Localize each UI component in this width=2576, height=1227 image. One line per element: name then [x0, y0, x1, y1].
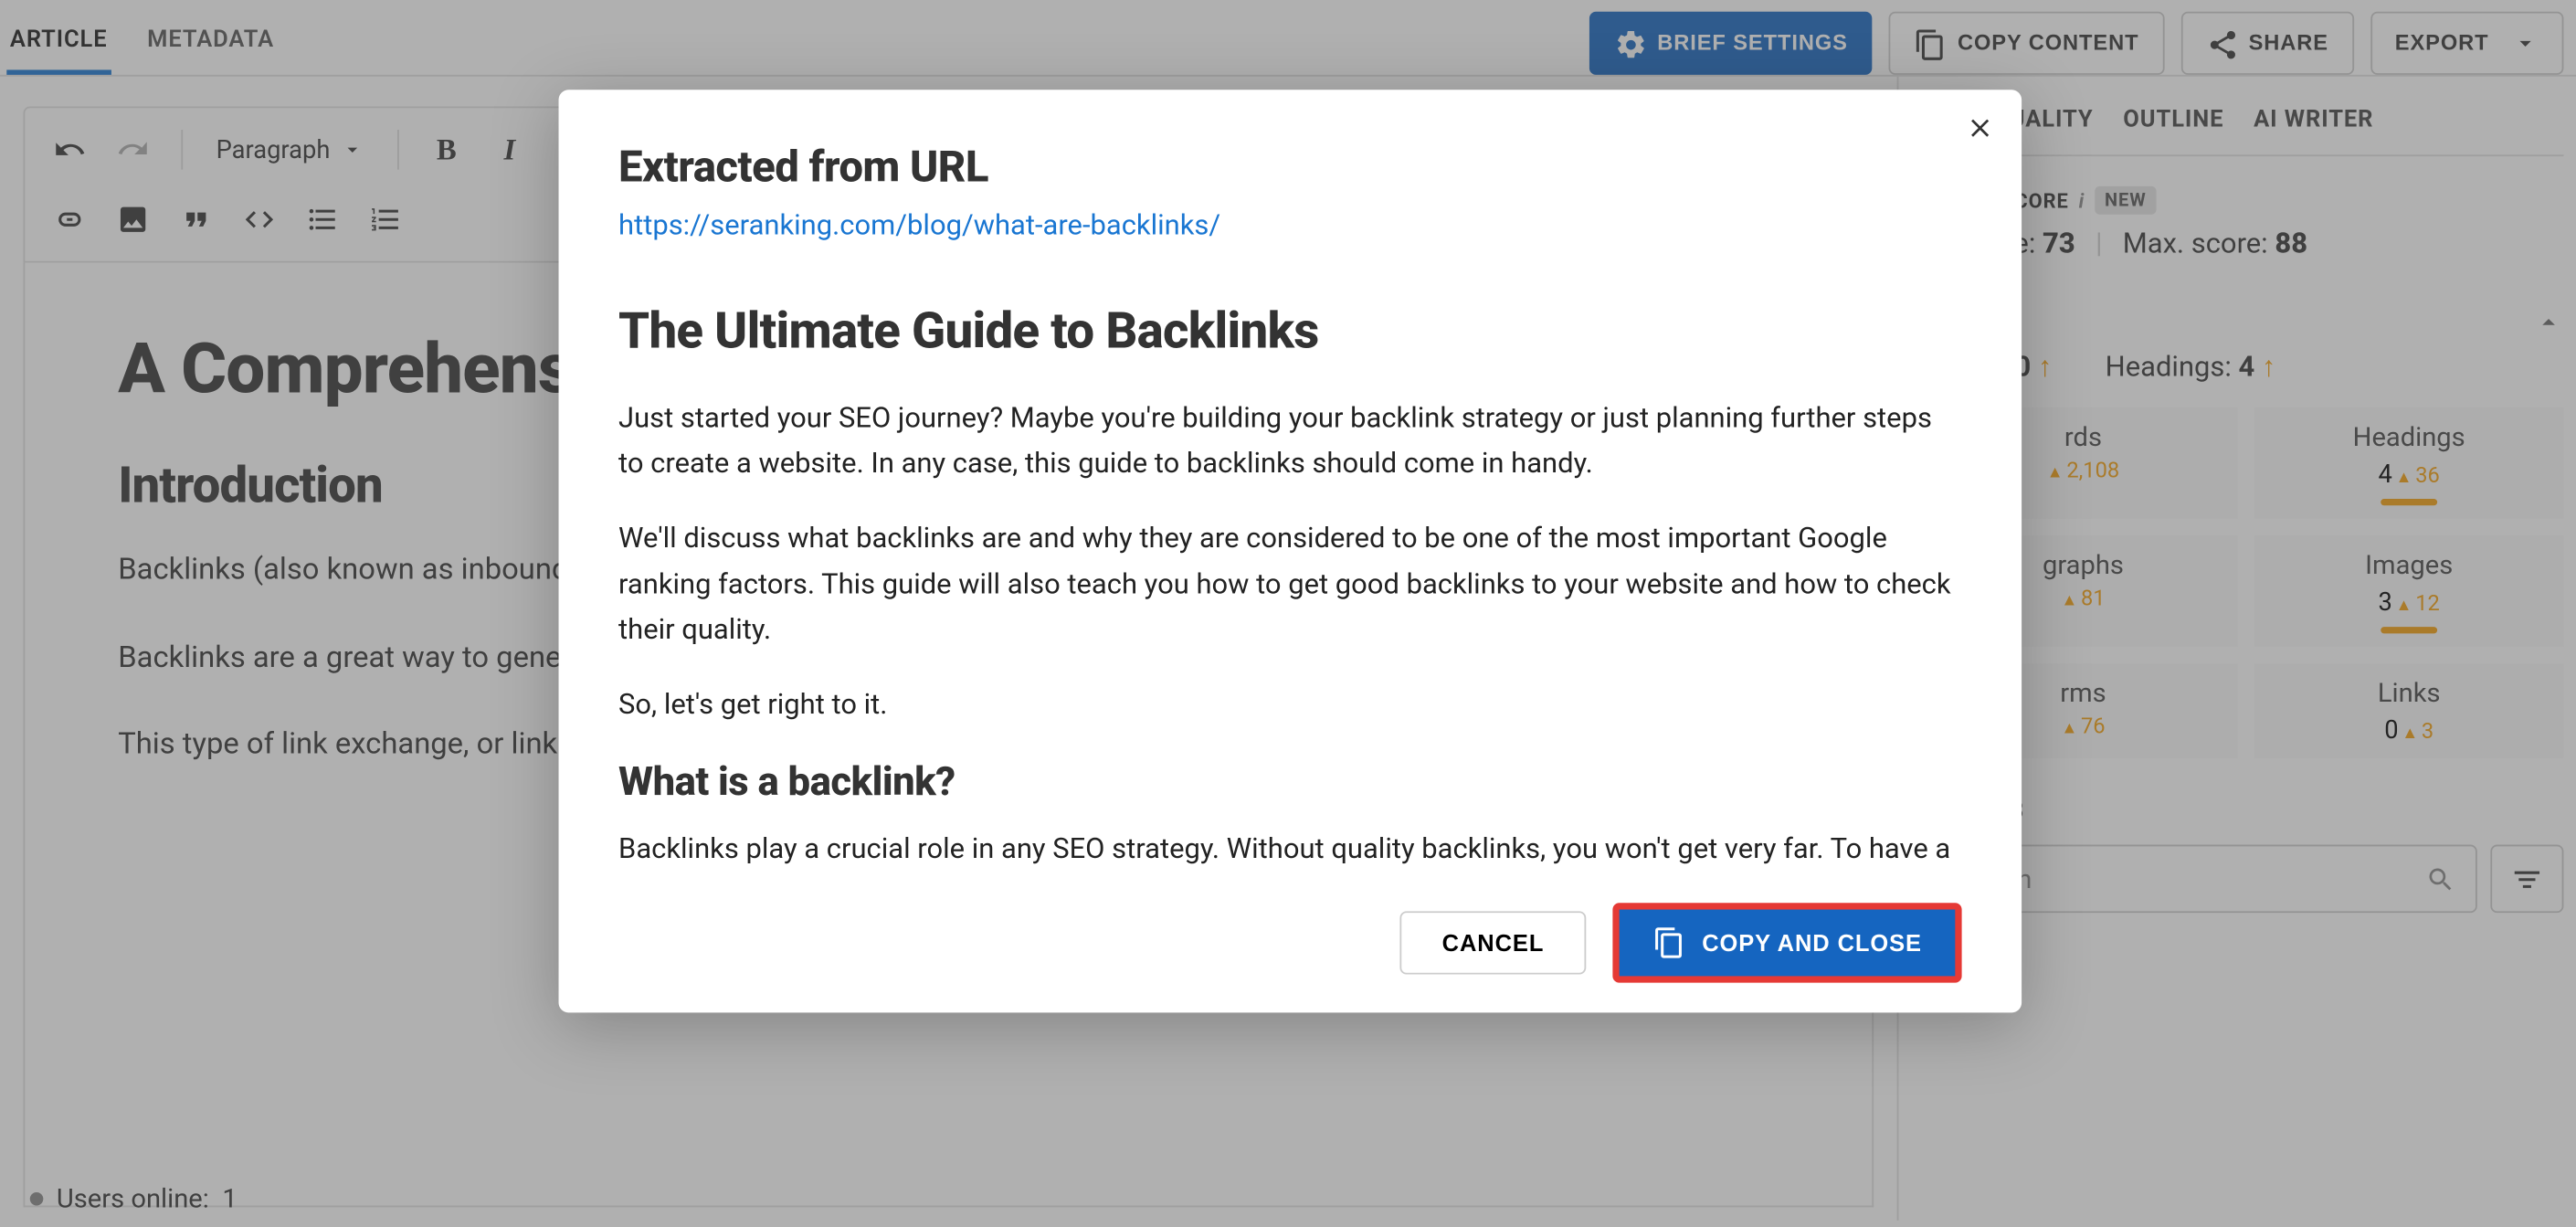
close-icon: [1965, 113, 1995, 143]
cancel-button[interactable]: CANCEL: [1400, 912, 1586, 975]
app-root: ARTICLE METADATA BRIEF SETTINGS COPY CON…: [0, 0, 2576, 1227]
copy-icon: [1652, 926, 1685, 959]
extracted-paragraph: So, let's get right to it.: [618, 683, 1962, 728]
extracted-paragraph: Just started your SEO journey? Maybe you…: [618, 397, 1962, 488]
modal-title: Extracted from URL: [618, 143, 1962, 194]
extracted-paragraph: Backlinks play a crucial role in any SEO…: [618, 829, 1962, 873]
extracted-url-link[interactable]: https://seranking.com/blog/what-are-back…: [618, 209, 1962, 242]
copy-and-close-button[interactable]: COPY AND CLOSE: [1612, 904, 1962, 983]
extracted-paragraph: We'll discuss what backlinks are and why…: [618, 518, 1962, 653]
extracted-h1: The Ultimate Guide to Backlinks: [618, 302, 1962, 361]
modal-overlay[interactable]: Extracted from URL https://seranking.com…: [0, 0, 2576, 1227]
extracted-h2: What is a backlink?: [618, 758, 1962, 805]
close-button[interactable]: [1965, 113, 1995, 143]
extract-url-modal: Extracted from URL https://seranking.com…: [559, 90, 2022, 1013]
button-label: COPY AND CLOSE: [1702, 930, 1922, 957]
modal-footer: CANCEL COPY AND CLOSE: [618, 904, 1962, 983]
